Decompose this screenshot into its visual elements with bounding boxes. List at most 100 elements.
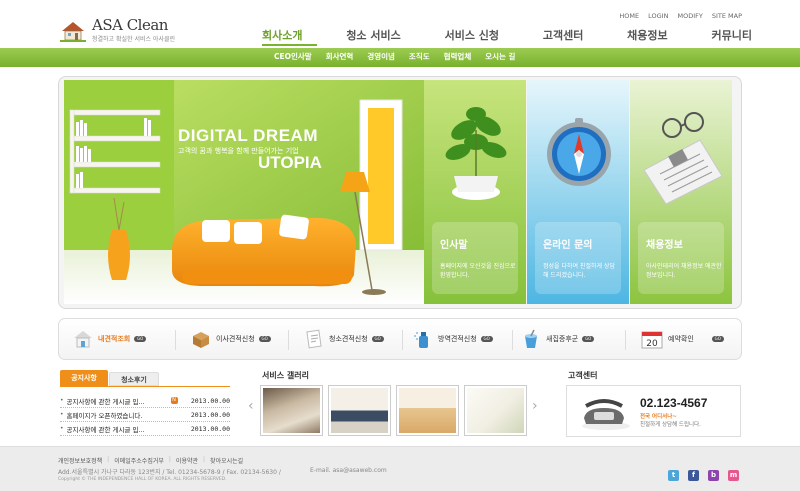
tab-reviews[interactable]: 청소후기 bbox=[109, 372, 159, 386]
twitter-icon[interactable]: t bbox=[668, 470, 679, 481]
cs-label: 전국 어디서나~ bbox=[640, 414, 677, 420]
gallery-thumb[interactable] bbox=[396, 385, 459, 436]
hero-card-recruit[interactable]: 채용정보 아사인테리어 채용정보 에관한 정보입니다. bbox=[630, 80, 732, 304]
quick-label: 새집증후군 bbox=[546, 335, 579, 343]
nav-community[interactable]: 커뮤니티 bbox=[711, 27, 751, 43]
main-nav: 회사소개 청소 서비스 서비스 신청 고객센터 채용정보 커뮤니티 bbox=[262, 27, 752, 43]
nav-service-request[interactable]: 서비스 신청 bbox=[445, 27, 499, 43]
newspaper-icon bbox=[643, 112, 723, 205]
hero-card-greeting[interactable]: 인사말 홈페이지에 오신것을 진심으로 환영합니다. bbox=[424, 80, 526, 304]
notice-row[interactable]: • 공지사항에 관한 게시글 입... 2013.00.00 bbox=[60, 422, 230, 436]
notice-row[interactable]: • 공지사항에 관한 게시글 입... N 2013.00.00 bbox=[60, 394, 230, 408]
cs-title: 고객센터 bbox=[568, 371, 598, 380]
document-icon bbox=[306, 329, 322, 349]
nav-recruit[interactable]: 채용정보 bbox=[627, 27, 667, 43]
util-home-link[interactable]: HOME bbox=[619, 12, 639, 20]
go-badge: GO bbox=[711, 336, 724, 342]
divider bbox=[402, 330, 403, 350]
bullet-icon: • bbox=[60, 425, 64, 432]
active-nav-underline bbox=[262, 44, 317, 46]
footer-copyright: Copyright © THE INDEPENDENCE HALL OF KOR… bbox=[58, 477, 227, 482]
facebook-icon[interactable]: f bbox=[688, 470, 699, 481]
card-label-box bbox=[432, 222, 518, 294]
divider bbox=[175, 330, 176, 350]
go-badge: GO bbox=[582, 336, 595, 342]
spray-icon bbox=[414, 332, 428, 348]
sub-nav: CEO인사말 회사연혁 경영이념 조직도 협력업체 오시는 길 bbox=[274, 51, 515, 62]
card-label-box bbox=[535, 222, 621, 294]
quick-reservation-check[interactable]: 20 예약확인 GO bbox=[640, 322, 724, 356]
card-desc: 아사인테리어 채용정보 에관한 정보입니다. bbox=[646, 263, 722, 279]
subnav-history[interactable]: 회사연혁 bbox=[326, 51, 354, 62]
quick-label: 청소견적신청 bbox=[329, 335, 368, 343]
nav-cleaning-service[interactable]: 청소 서비스 bbox=[346, 27, 400, 43]
card-title: 온라인 문의 bbox=[543, 240, 593, 251]
gallery-thumb[interactable] bbox=[328, 385, 391, 436]
hero-banner bbox=[64, 80, 424, 304]
divider bbox=[288, 330, 289, 350]
nav-customer-center[interactable]: 고객센터 bbox=[543, 27, 583, 43]
hero-title: DIGITAL DREAM bbox=[178, 126, 318, 145]
quick-label: 이사견적신청 bbox=[216, 335, 255, 343]
footer-terms-link[interactable]: 이용약관 bbox=[176, 456, 198, 465]
footer-sep: | bbox=[168, 456, 171, 463]
box-icon bbox=[193, 332, 209, 348]
quick-disinfection-estimate[interactable]: 방역견적신청 GO bbox=[412, 322, 493, 356]
gallery-next-icon[interactable]: › bbox=[532, 398, 538, 414]
card-label-box bbox=[638, 222, 724, 294]
footer-email-refuse-link[interactable]: 이메일주소수집거부 bbox=[114, 456, 164, 465]
plant-icon bbox=[445, 107, 507, 200]
util-sitemap-link[interactable]: SITE MAP bbox=[712, 12, 742, 20]
notice-date: 2013.00.00 bbox=[190, 424, 230, 433]
quick-label: 방역견적신청 bbox=[438, 335, 477, 343]
footer-address: Add.서울특별시 가나구 다라동 123번지 / Tel. 01234-567… bbox=[58, 469, 281, 476]
footer-directions-link[interactable]: 찾아오시는길 bbox=[210, 456, 243, 465]
quick-moving-estimate[interactable]: 이사견적신청 GO bbox=[190, 322, 271, 356]
card-title: 채용정보 bbox=[646, 240, 683, 251]
gallery-thumb[interactable] bbox=[260, 385, 323, 436]
gallery-title: 서비스 갤러리 bbox=[262, 371, 309, 380]
subnav-philosophy[interactable]: 경영이념 bbox=[367, 51, 395, 62]
compass-icon bbox=[547, 118, 611, 186]
tab-underline bbox=[60, 386, 230, 387]
gallery-photo bbox=[331, 388, 388, 433]
quick-label: 예약확인 bbox=[668, 335, 694, 343]
card-desc: 홈페이지에 오신것을 진심으로 환영합니다. bbox=[440, 263, 516, 279]
subnav-location[interactable]: 오시는 길 bbox=[485, 51, 515, 62]
cs-phone-number: 02.123-4567 bbox=[640, 396, 708, 410]
cs-description: 친절하게 상담해 드립니다. bbox=[640, 422, 701, 428]
tab-notice[interactable]: 공지사항 bbox=[60, 370, 108, 386]
footer-privacy-link[interactable]: 개인정보보호정책 bbox=[58, 456, 102, 465]
subnav-organization[interactable]: 조직도 bbox=[409, 51, 430, 62]
notice-title: 공지사항에 관한 게시글 입... bbox=[66, 425, 145, 434]
hero-card-online-inquiry[interactable]: 온라인 문의 정성을 다하여 친절하게 상담해 드리겠습니다. bbox=[527, 80, 629, 304]
calendar-icon: 20 bbox=[641, 331, 663, 349]
util-modify-link[interactable]: MODIFY bbox=[677, 12, 702, 20]
gallery-photo bbox=[467, 388, 524, 433]
divider bbox=[512, 330, 513, 350]
logo-house-icon[interactable] bbox=[60, 20, 86, 42]
gallery-thumb[interactable] bbox=[464, 385, 527, 436]
notice-title: 공지사항에 관한 게시글 입... bbox=[66, 397, 145, 406]
quick-cleaning-estimate[interactable]: 청소견적신청 GO bbox=[303, 322, 384, 356]
quick-sick-house[interactable]: 새집증후군 GO bbox=[520, 322, 595, 356]
subnav-partners[interactable]: 협력업체 bbox=[444, 51, 472, 62]
subnav-ceo[interactable]: CEO인사말 bbox=[274, 51, 312, 62]
gallery-photo bbox=[399, 388, 456, 433]
bullet-icon: • bbox=[60, 411, 64, 418]
logo-title[interactable]: ASA Clean bbox=[92, 16, 168, 34]
hero-subtitle: UTOPIA bbox=[258, 153, 322, 172]
gallery-prev-icon[interactable]: ‹ bbox=[248, 398, 254, 414]
footer-sep: | bbox=[107, 456, 110, 463]
divider bbox=[625, 330, 626, 350]
house-icon bbox=[74, 331, 92, 348]
notice-row[interactable]: • 홈페이지가 오픈하였습니다. 2013.00.00 bbox=[60, 408, 230, 422]
me2day-icon[interactable]: m bbox=[728, 470, 739, 481]
blog-icon[interactable]: b bbox=[708, 470, 719, 481]
quick-my-estimate[interactable]: 내견적조회 GO bbox=[72, 322, 147, 356]
bucket-icon bbox=[525, 329, 537, 348]
footer-links: 개인정보보호정책 | 이메일주소수집거부 | 이용약관 | 찾아오시는길 bbox=[58, 456, 243, 465]
gallery-photo bbox=[263, 388, 320, 433]
nav-company[interactable]: 회사소개 bbox=[262, 27, 302, 43]
util-login-link[interactable]: LOGIN bbox=[648, 12, 668, 20]
